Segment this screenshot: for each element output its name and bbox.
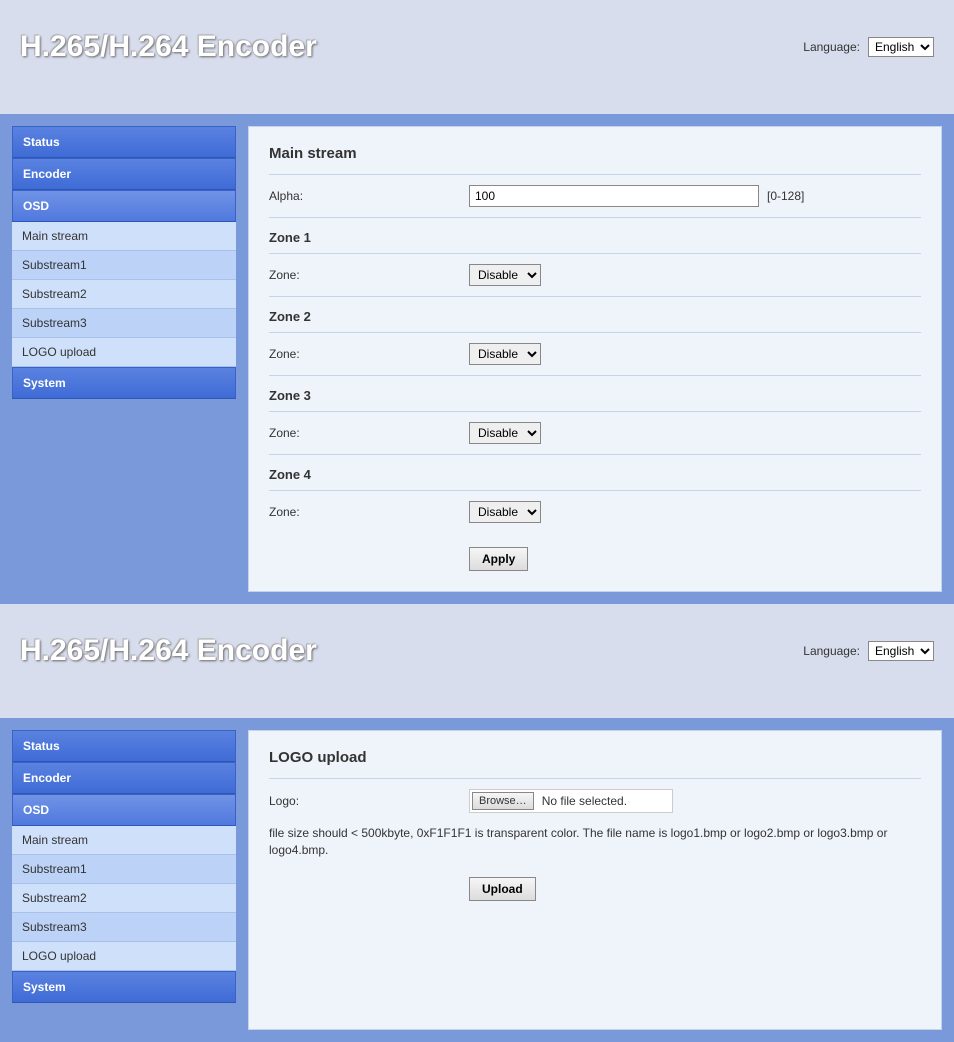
sidebar-item-osd[interactable]: OSD	[12, 190, 236, 222]
sidebar-item-substream2[interactable]: Substream2	[12, 280, 236, 309]
app-title: H.265/H.264 Encoder	[20, 30, 317, 64]
content-logo-upload: LOGO upload Logo: Browse… No file select…	[248, 730, 942, 1030]
panel-logo-upload: H.265/H.264 Encoder Language: English St…	[0, 604, 954, 1042]
main-panel-2: Status Encoder OSD Main stream Substream…	[0, 718, 954, 1042]
sidebar-item-substream3[interactable]: Substream3	[12, 309, 236, 338]
alpha-input[interactable]	[469, 185, 759, 207]
zone2-select[interactable]: Disable	[469, 343, 541, 365]
zone1-select[interactable]: Disable	[469, 264, 541, 286]
sidebar-item-substream1[interactable]: Substream1	[12, 251, 236, 280]
sidebar-item-status-2[interactable]: Status	[12, 730, 236, 762]
content-main-stream: Main stream Alpha: [0-128] Zone 1 Zone: …	[248, 126, 942, 592]
sidebar-item-system[interactable]: System	[12, 367, 236, 399]
zone4-select[interactable]: Disable	[469, 501, 541, 523]
sidebar-item-system-2[interactable]: System	[12, 971, 236, 1003]
header: H.265/H.264 Encoder Language: English	[0, 0, 954, 114]
sidebar-item-substream1-2[interactable]: Substream1	[12, 855, 236, 884]
page-title-2: LOGO upload	[269, 749, 921, 779]
sidebar-item-encoder[interactable]: Encoder	[12, 158, 236, 190]
page-title: Main stream	[269, 145, 921, 175]
browse-button[interactable]: Browse…	[472, 792, 534, 810]
file-input[interactable]: Browse… No file selected.	[469, 789, 673, 813]
zone2-label: Zone:	[269, 347, 469, 361]
zone1-label: Zone:	[269, 268, 469, 282]
zone3-label: Zone:	[269, 426, 469, 440]
zone2-title: Zone 2	[269, 297, 921, 333]
apply-button[interactable]: Apply	[469, 547, 528, 571]
language-select-2[interactable]: English	[868, 641, 934, 661]
sidebar-item-encoder-2[interactable]: Encoder	[12, 762, 236, 794]
sidebar: Status Encoder OSD Main stream Substream…	[12, 126, 236, 399]
language-control: Language: English	[803, 37, 934, 57]
zone4-title: Zone 4	[269, 455, 921, 491]
alpha-hint: [0-128]	[759, 189, 804, 203]
app-title-2: H.265/H.264 Encoder	[20, 634, 317, 668]
sidebar-item-status[interactable]: Status	[12, 126, 236, 158]
language-control-2: Language: English	[803, 641, 934, 661]
zone1-title: Zone 1	[269, 218, 921, 254]
sidebar-item-substream3-2[interactable]: Substream3	[12, 913, 236, 942]
upload-button[interactable]: Upload	[469, 877, 536, 901]
sidebar-2: Status Encoder OSD Main stream Substream…	[12, 730, 236, 1003]
language-label: Language:	[803, 40, 860, 54]
main-panel-1: Status Encoder OSD Main stream Substream…	[0, 114, 954, 604]
file-status-text: No file selected.	[542, 794, 627, 808]
sidebar-item-main-stream-2[interactable]: Main stream	[12, 826, 236, 855]
sidebar-item-osd-2[interactable]: OSD	[12, 794, 236, 826]
upload-note: file size should < 500kbyte, 0xF1F1F1 is…	[269, 817, 921, 863]
alpha-label: Alpha:	[269, 189, 469, 203]
zone3-select[interactable]: Disable	[469, 422, 541, 444]
sidebar-item-logo-upload[interactable]: LOGO upload	[12, 338, 236, 367]
sidebar-item-substream2-2[interactable]: Substream2	[12, 884, 236, 913]
sidebar-item-logo-upload-2[interactable]: LOGO upload	[12, 942, 236, 971]
logo-label: Logo:	[269, 794, 469, 808]
language-label-2: Language:	[803, 644, 860, 658]
panel-main-stream: H.265/H.264 Encoder Language: English St…	[0, 0, 954, 604]
language-select[interactable]: English	[868, 37, 934, 57]
sidebar-item-main-stream[interactable]: Main stream	[12, 222, 236, 251]
zone3-title: Zone 3	[269, 376, 921, 412]
zone4-label: Zone:	[269, 505, 469, 519]
header-2: H.265/H.264 Encoder Language: English	[0, 604, 954, 718]
